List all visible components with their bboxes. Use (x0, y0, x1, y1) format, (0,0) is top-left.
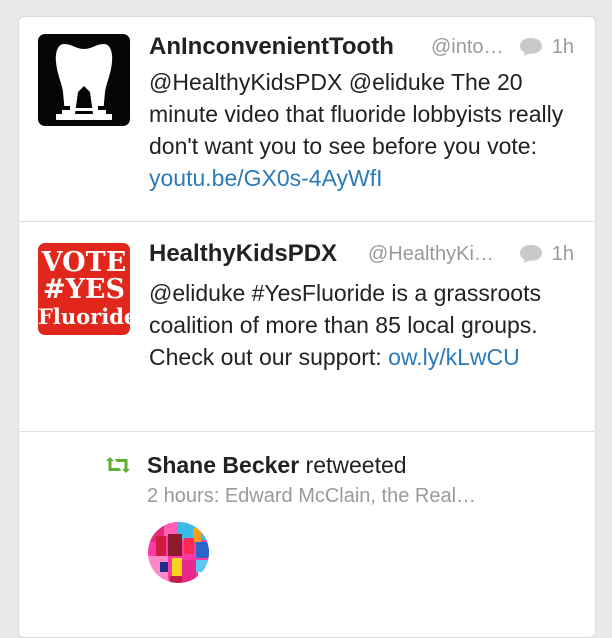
avatar[interactable]: VOTE #YES Fluoride (38, 243, 130, 335)
pixel-art-avatar (148, 522, 209, 583)
tweet-header: HealthyKidsPDX @HealthyKi… 1h (149, 240, 578, 272)
tweet-header: AnInconvenientTooth @into… 1h (149, 33, 578, 65)
tweet-link[interactable]: youtu.be/GX0s-4AyWfI (149, 165, 383, 191)
timestamp: 1h (551, 36, 574, 58)
divider (18, 431, 594, 432)
retweet-line: Shane Becker retweeted (147, 452, 407, 479)
avatar-text: Fluoride (38, 304, 130, 329)
tweet-text: @HealthyKidsPDX @eliduke The 20 minute v… (149, 66, 579, 194)
avatar[interactable] (38, 34, 130, 126)
author-handle[interactable]: @HealthyKi… (368, 243, 494, 266)
author-name[interactable]: HealthyKidsPDX (149, 240, 337, 268)
timestamp: 1h (551, 243, 574, 265)
reply-bubble-icon (519, 37, 543, 62)
retweet-icon (104, 456, 132, 479)
retweeter-name[interactable]: Shane Becker (147, 452, 299, 478)
tooth-icon (55, 44, 113, 120)
tweet-body: @HealthyKidsPDX @eliduke The 20 minute v… (149, 69, 564, 159)
author-name[interactable]: AnInconvenientTooth (149, 33, 394, 61)
retweet-action: retweeted (305, 452, 407, 478)
tweet-text: @eliduke #YesFluoride is a grassroots co… (149, 277, 579, 373)
divider (18, 221, 594, 222)
author-handle[interactable]: @into… (431, 36, 504, 59)
avatar-text: #YES (43, 274, 125, 305)
avatar-text: VOTE (41, 247, 127, 278)
avatar[interactable] (148, 522, 209, 583)
retweet-preview[interactable]: 2 hours: Edward McClain, the Real… (147, 485, 476, 508)
tweet-link[interactable]: ow.ly/kLwCU (388, 344, 520, 370)
reply-bubble-icon (519, 244, 543, 269)
